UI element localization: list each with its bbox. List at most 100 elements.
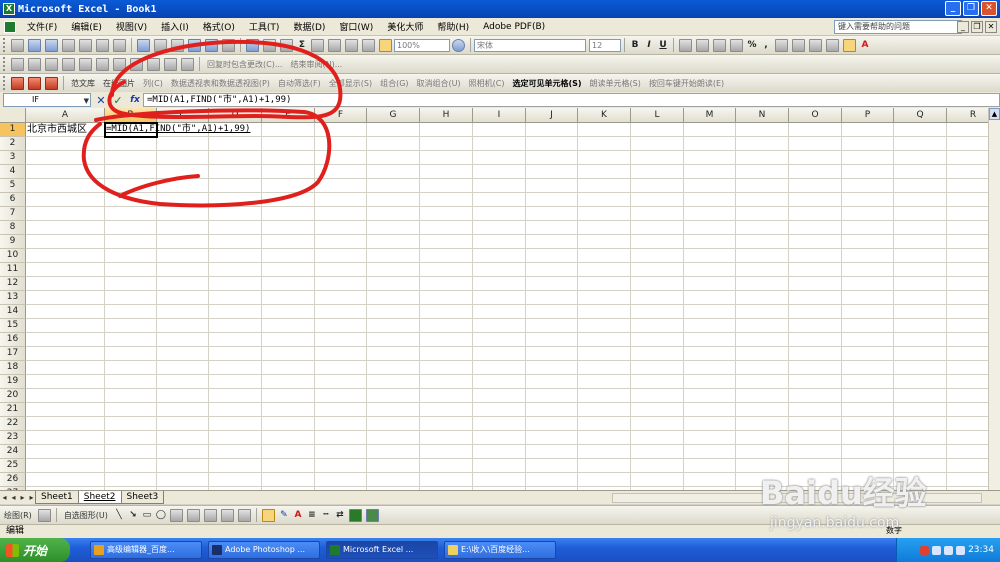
row-header-14[interactable]: 14 bbox=[0, 305, 26, 319]
tab-sheet2[interactable]: Sheet2 bbox=[77, 491, 122, 504]
speak-cells-button[interactable]: 朗读单元格(S) bbox=[586, 78, 645, 89]
fill-color-icon[interactable] bbox=[261, 508, 275, 522]
prev-sheet-icon[interactable]: ◂ bbox=[9, 493, 18, 502]
columns-button[interactable]: 列(C) bbox=[139, 78, 167, 89]
open-icon[interactable] bbox=[28, 38, 41, 52]
font-color-icon[interactable]: A bbox=[858, 40, 872, 50]
chevron-down-icon[interactable]: ▼ bbox=[84, 95, 89, 107]
tray-app-icon[interactable] bbox=[920, 545, 930, 555]
workbook-close-button[interactable]: ✕ bbox=[985, 21, 997, 33]
textbox-icon[interactable] bbox=[169, 508, 183, 522]
minimize-button[interactable]: _ bbox=[945, 1, 961, 16]
diagram-icon[interactable] bbox=[203, 508, 217, 522]
toggle-drawing-icon[interactable] bbox=[379, 38, 392, 52]
column-header-o[interactable]: O bbox=[789, 108, 842, 123]
email-icon[interactable] bbox=[79, 38, 92, 52]
scroll-up-icon[interactable]: ▲ bbox=[989, 108, 1000, 120]
row-header-24[interactable]: 24 bbox=[0, 445, 26, 459]
chart-wizard-icon[interactable] bbox=[345, 38, 358, 52]
menu-format[interactable]: 格式(O) bbox=[196, 20, 242, 33]
save-icon[interactable] bbox=[45, 38, 58, 52]
spelling-icon[interactable] bbox=[137, 38, 150, 52]
column-header-k[interactable]: K bbox=[578, 108, 631, 123]
drawing-icon[interactable] bbox=[362, 38, 375, 52]
review-icon-7[interactable] bbox=[113, 57, 126, 71]
underline-button[interactable]: U bbox=[656, 40, 670, 50]
next-sheet-icon[interactable]: ▸ bbox=[18, 493, 27, 502]
column-header-n[interactable]: N bbox=[736, 108, 789, 123]
row-header-20[interactable]: 20 bbox=[0, 389, 26, 403]
select-visible-cells-button[interactable]: 选定可见单元格(S) bbox=[508, 78, 585, 89]
draw-menu-button[interactable]: 绘图(R) bbox=[0, 510, 36, 521]
review-icon-8[interactable] bbox=[130, 57, 143, 71]
start-button[interactable]: 开始 bbox=[0, 538, 70, 562]
close-button[interactable]: ✕ bbox=[981, 1, 997, 16]
column-header-e[interactable]: E bbox=[262, 108, 315, 123]
workbook-icon[interactable] bbox=[4, 20, 16, 33]
row-header-2[interactable]: 2 bbox=[0, 137, 26, 151]
row-header-4[interactable]: 4 bbox=[0, 165, 26, 179]
worksheet-grid[interactable]: ABCDEFGHIJKLMNOPQR 1 2 3 4 5 6 7 8 9 10 11 12 13 14 15… bbox=[0, 108, 988, 490]
restore-button[interactable]: ❐ bbox=[963, 1, 979, 16]
task-photoshop[interactable]: Adobe Photoshop ... bbox=[208, 541, 320, 559]
addin-icon-2[interactable] bbox=[28, 76, 41, 90]
italic-button[interactable]: I bbox=[642, 40, 656, 50]
toolbar-grip[interactable] bbox=[3, 38, 6, 52]
borders-icon[interactable] bbox=[826, 38, 839, 52]
row-header-15[interactable]: 15 bbox=[0, 319, 26, 333]
menu-beautify[interactable]: 美化大师 bbox=[380, 20, 430, 33]
column-header-p[interactable]: P bbox=[842, 108, 894, 123]
dash-style-icon[interactable]: ┅ bbox=[319, 510, 333, 520]
sort-ascending-icon[interactable] bbox=[311, 38, 324, 52]
menu-tools[interactable]: 工具(T) bbox=[242, 20, 287, 33]
row-header-25[interactable]: 25 bbox=[0, 459, 26, 473]
review-icon-9[interactable] bbox=[147, 57, 160, 71]
row-header-1[interactable]: 1 bbox=[0, 123, 26, 137]
row-header-9[interactable]: 9 bbox=[0, 235, 26, 249]
row-header-17[interactable]: 17 bbox=[0, 347, 26, 361]
3d-icon[interactable] bbox=[365, 508, 379, 522]
clipart-icon[interactable] bbox=[220, 508, 234, 522]
align-right-icon[interactable] bbox=[713, 38, 726, 52]
cell-a1[interactable]: 北京市西城区 bbox=[27, 123, 87, 137]
comma-button[interactable]: , bbox=[759, 40, 773, 50]
increase-decimal-icon[interactable] bbox=[775, 38, 788, 52]
row-header-18[interactable]: 18 bbox=[0, 361, 26, 375]
column-header-q[interactable]: Q bbox=[894, 108, 947, 123]
copy-icon[interactable] bbox=[188, 38, 201, 52]
align-center-icon[interactable] bbox=[696, 38, 709, 52]
clock[interactable]: 23:34 bbox=[968, 545, 994, 555]
review-icon-4[interactable] bbox=[62, 57, 75, 71]
camera-button[interactable]: 照相机(C) bbox=[465, 78, 509, 89]
first-sheet-icon[interactable]: ◂ bbox=[0, 493, 9, 502]
select-objects-icon[interactable] bbox=[37, 508, 51, 522]
toolbar-grip[interactable] bbox=[3, 76, 6, 90]
menu-view[interactable]: 视图(V) bbox=[109, 20, 154, 33]
excel-icon[interactable]: X bbox=[3, 3, 15, 15]
task-explorer[interactable]: E:\收入\百度经验... bbox=[444, 541, 556, 559]
formula-input[interactable]: =MID(A1,FIND("市",A1)+1,99) bbox=[143, 93, 1000, 107]
zoom-select[interactable]: 100% bbox=[394, 38, 450, 52]
review-icon-3[interactable] bbox=[45, 57, 58, 71]
cut-icon[interactable] bbox=[171, 38, 184, 52]
autosum-icon[interactable]: Σ bbox=[295, 40, 309, 50]
addin-icon-3[interactable] bbox=[45, 76, 58, 90]
security-icon[interactable] bbox=[956, 545, 966, 555]
autoshapes-menu-button[interactable]: 自选图形(U) bbox=[60, 510, 112, 521]
workbook-restore-button[interactable]: ❐ bbox=[971, 21, 983, 33]
end-review-button[interactable]: 结束审阅(N)... bbox=[286, 59, 346, 70]
review-icon-2[interactable] bbox=[28, 57, 41, 71]
picture-icon[interactable] bbox=[237, 508, 251, 522]
select-all-corner[interactable] bbox=[0, 108, 26, 123]
toolbar-grip[interactable] bbox=[3, 57, 6, 71]
review-icon-6[interactable] bbox=[96, 57, 109, 71]
rectangle-icon[interactable]: ▭ bbox=[140, 510, 154, 520]
row-header-3[interactable]: 3 bbox=[0, 151, 26, 165]
row-header-23[interactable]: 23 bbox=[0, 431, 26, 445]
group-button[interactable]: 组合(G) bbox=[376, 78, 412, 89]
sort-descending-icon[interactable] bbox=[328, 38, 341, 52]
undo-icon[interactable] bbox=[246, 38, 259, 52]
row-header-8[interactable]: 8 bbox=[0, 221, 26, 235]
row-header-10[interactable]: 10 bbox=[0, 249, 26, 263]
cancel-icon[interactable]: ✕ bbox=[94, 94, 108, 107]
